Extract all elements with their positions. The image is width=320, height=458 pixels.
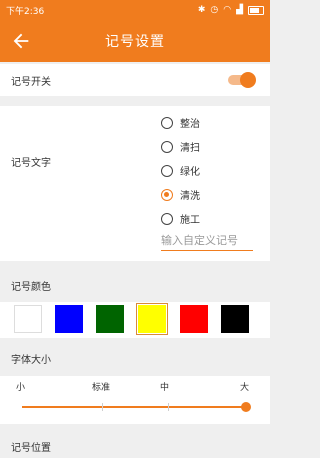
radio-button[interactable] <box>161 212 173 225</box>
status-icons: ✱ ◷ ◠ ▟ <box>197 4 264 15</box>
text-section: 记号文字 整治 清扫 绿化 清洗 施工 <box>0 106 270 261</box>
position-label: 记号位置 <box>11 443 51 454</box>
color-label: 记号颜色 <box>11 282 51 293</box>
battery-icon <box>248 5 264 15</box>
radio-label: 绿化 <box>180 167 200 178</box>
toggle-label: 记号开关 <box>11 77 51 88</box>
radio-button[interactable] <box>161 164 173 177</box>
radio-label: 清扫 <box>180 143 200 154</box>
toggle-section: 记号开关 <box>0 64 270 96</box>
radio-option-qingsao[interactable]: 清扫 <box>161 139 200 154</box>
wifi-icon: ◠ <box>223 4 232 15</box>
bluetooth-icon: ✱ <box>197 4 206 15</box>
slider-mark-label: 大 <box>240 383 250 393</box>
radio-label: 整治 <box>180 119 200 130</box>
swatch-blue[interactable] <box>55 305 83 333</box>
slider-mark-label: 小 <box>16 383 26 393</box>
signal-icon: ▟ <box>236 4 243 15</box>
swatch-white[interactable] <box>14 305 42 333</box>
slider-labels: 小 标准 中 大 <box>0 380 270 394</box>
color-section-header: 记号颜色 <box>0 268 270 296</box>
toggle-knob <box>240 72 256 88</box>
swatch-green[interactable] <box>96 305 124 333</box>
slider-tick <box>168 403 169 411</box>
radio-option-shigong[interactable]: 施工 <box>161 211 200 226</box>
slider-tick <box>102 403 103 411</box>
text-label: 记号文字 <box>11 158 51 169</box>
radio-option-qingxi[interactable]: 清洗 <box>161 187 200 202</box>
swatch-yellow[interactable] <box>136 303 168 335</box>
swatch-red[interactable] <box>180 305 208 333</box>
color-swatches <box>0 302 270 338</box>
radio-button[interactable] <box>161 140 173 153</box>
position-section-header: 记号位置 <box>0 430 270 458</box>
status-time: 下午2:36 <box>6 6 45 17</box>
radio-option-zhengzhi[interactable]: 整治 <box>161 115 200 130</box>
slider-mark-label: 标准 <box>92 383 111 393</box>
font-size-slider[interactable] <box>22 402 251 412</box>
app-bar: 记号设置 <box>0 20 270 62</box>
radio-button-selected[interactable] <box>161 188 173 201</box>
mark-toggle-switch[interactable] <box>228 72 256 88</box>
font-size-slider-section: 小 标准 中 大 <box>0 376 270 424</box>
radio-button[interactable] <box>161 116 173 129</box>
back-arrow-icon[interactable] <box>10 30 32 52</box>
size-label: 字体大小 <box>11 355 51 366</box>
size-section-header: 字体大小 <box>0 345 270 371</box>
status-bar: 下午2:36 ✱ ◷ ◠ ▟ <box>0 0 270 20</box>
radio-label: 施工 <box>180 215 200 226</box>
alarm-icon: ◷ <box>210 4 219 15</box>
slider-handle[interactable] <box>241 402 251 412</box>
custom-mark-input[interactable] <box>161 230 253 251</box>
slider-mark-label: 中 <box>160 383 170 393</box>
radio-option-lvhua[interactable]: 绿化 <box>161 163 200 178</box>
radio-label: 清洗 <box>180 191 200 202</box>
page-title: 记号设置 <box>105 34 165 50</box>
swatch-black[interactable] <box>221 305 249 333</box>
